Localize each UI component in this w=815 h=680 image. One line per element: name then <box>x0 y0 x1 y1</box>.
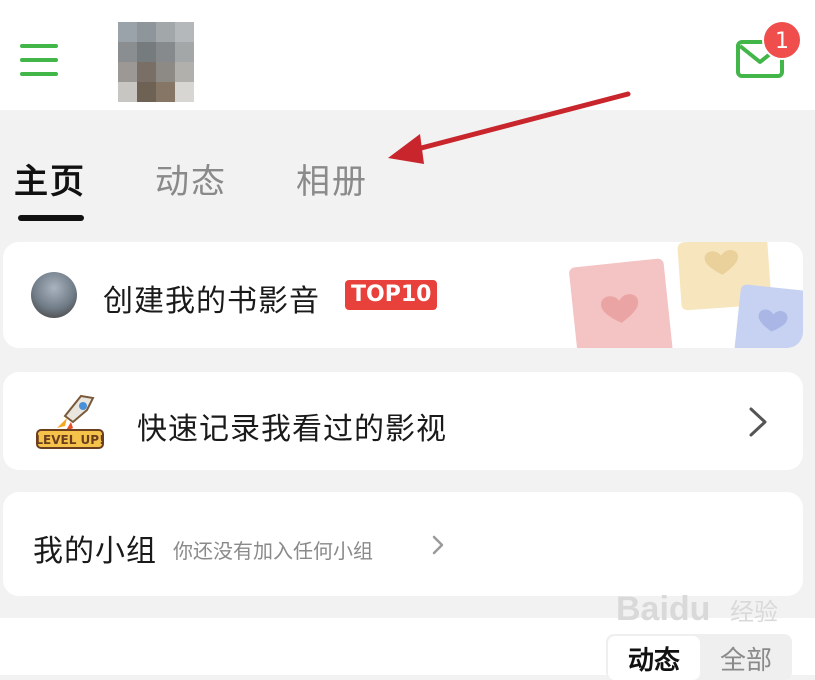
heart-cards-decoration-icon <box>569 242 803 348</box>
level-up-rocket-icon: LEVEL UP! <box>35 394 105 449</box>
hamburger-menu-icon[interactable] <box>20 44 60 76</box>
active-tab-indicator <box>18 215 84 221</box>
card-title: 创建我的书影音 <box>103 284 320 319</box>
user-avatar-small <box>31 272 77 318</box>
level-up-text: LEVEL UP! <box>35 433 104 447</box>
card-title: 我的小组 <box>33 534 157 569</box>
baidu-watermark-logo: Baidu 经验 <box>616 590 778 628</box>
top10-badge: TOP10 <box>345 280 438 310</box>
feed-filter-toggle: 动态 全部 <box>606 634 792 680</box>
notification-badge: 1 <box>762 20 802 60</box>
chevron-right-icon <box>749 407 767 437</box>
annotation-arrow-icon <box>388 91 631 164</box>
filter-all-option[interactable]: 全部 <box>702 636 790 680</box>
svg-text:Baidu: Baidu <box>616 590 710 628</box>
profile-avatar[interactable] <box>118 22 194 102</box>
svg-text:经验: 经验 <box>730 598 778 626</box>
my-groups-card[interactable]: 我的小组 你还没有加入任何小组 <box>3 492 803 596</box>
groups-subtitle: 你还没有加入任何小组 <box>173 539 373 563</box>
tab-activity[interactable]: 动态 <box>155 154 227 203</box>
book-film-music-card[interactable]: 创建我的书影音 TOP10 <box>3 242 803 348</box>
tab-home[interactable]: 主页 <box>14 154 86 203</box>
card-title: 快速记录我看过的影视 <box>137 412 447 447</box>
filter-activity-option[interactable]: 动态 <box>608 636 700 680</box>
tab-album[interactable]: 相册 <box>296 154 368 203</box>
quick-record-card[interactable]: LEVEL UP! 快速记录我看过的影视 <box>3 372 803 470</box>
chevron-right-icon <box>432 535 444 555</box>
